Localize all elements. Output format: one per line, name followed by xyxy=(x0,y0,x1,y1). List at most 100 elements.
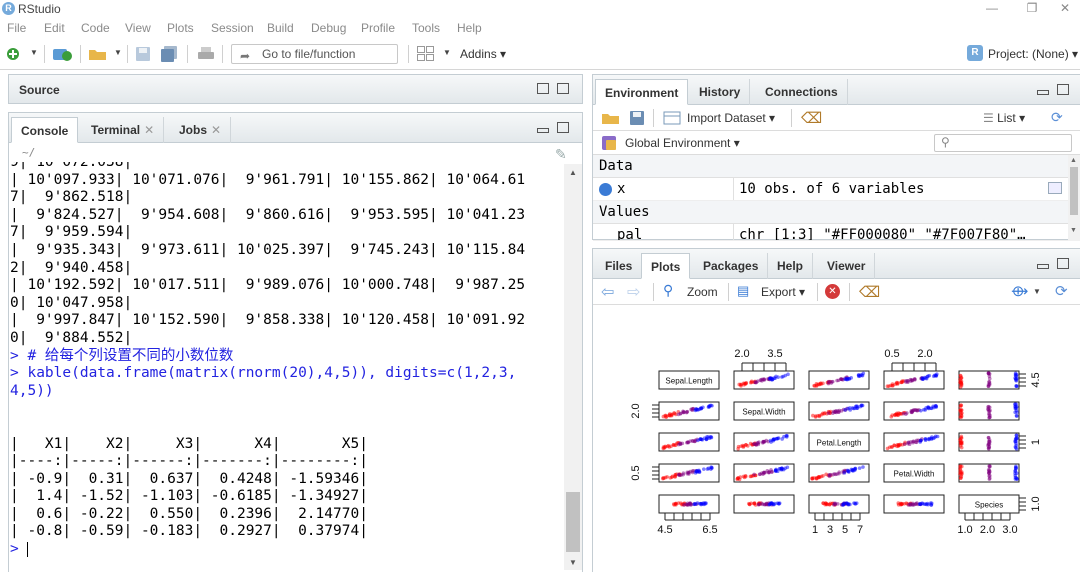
load-workspace-icon[interactable] xyxy=(601,110,621,126)
project-menu[interactable]: Project: (None) ▾ xyxy=(988,47,1078,61)
expand-icon[interactable] xyxy=(599,183,612,196)
zoom-icon[interactable]: ⚲ xyxy=(663,282,673,299)
scatter-point xyxy=(758,472,762,476)
save-icon[interactable] xyxy=(135,46,151,62)
tab-files[interactable]: Files xyxy=(595,253,643,279)
broom-icon[interactable]: ✎ xyxy=(555,146,567,163)
scatter-point xyxy=(905,411,909,415)
tab-connections[interactable]: Connections xyxy=(755,79,848,105)
clear-plots-broom-icon[interactable]: ⌫ xyxy=(859,283,880,301)
tab-help[interactable]: Help xyxy=(767,253,814,279)
plot-area[interactable]: Sepal.Length Sepal.Width Petal.Length Petal… xyxy=(593,305,1080,572)
tab-packages[interactable]: Packages xyxy=(693,253,769,279)
menu-edit[interactable]: Edit xyxy=(44,21,65,35)
menu-code[interactable]: Code xyxy=(81,21,110,35)
go-to-file-input[interactable]: ➦ Go to file/function xyxy=(231,44,398,64)
console-minimize-icon[interactable] xyxy=(537,128,549,133)
env-row-pal[interactable]: pal chr [1:3] "#FF000080" "#7F007F80"… xyxy=(593,224,1068,241)
scroll-thumb[interactable] xyxy=(566,492,580,552)
console-line: | 1.4| -1.52| -1.103| -0.6185| -1.34927| xyxy=(10,488,368,505)
zoom-button[interactable]: Zoom xyxy=(687,285,718,299)
scatter-point xyxy=(885,384,890,389)
tab-terminal[interactable]: Terminal ✕ xyxy=(81,117,165,143)
console-output[interactable]: 9| 10'072.038| | 10'097.933| 10'071.076|… xyxy=(10,162,563,572)
list-view-toggle[interactable]: ☰ List ▾ xyxy=(983,111,1025,125)
menu-view[interactable]: View xyxy=(125,21,151,35)
scroll-down-icon[interactable]: ▼ xyxy=(1070,227,1077,234)
text-cursor xyxy=(27,541,29,557)
minimize-button[interactable]: — xyxy=(977,0,1007,16)
scatter-point xyxy=(833,410,838,414)
global-environment-dropdown[interactable]: Global Environment ▾ xyxy=(625,136,740,150)
env-maximize-icon[interactable] xyxy=(1057,84,1069,95)
source-maximize-icon[interactable] xyxy=(557,83,569,94)
scroll-down-icon[interactable]: ▼ xyxy=(569,558,577,567)
import-dataset-button[interactable]: Import Dataset ▾ xyxy=(687,111,775,125)
console-scrollbar[interactable]: ▲ ▼ xyxy=(564,164,582,570)
tab-jobs[interactable]: Jobs ✕ xyxy=(169,117,232,143)
publish-icon[interactable]: ⟴ xyxy=(1011,282,1028,300)
restore-button[interactable]: ❐ xyxy=(1017,0,1047,16)
menu-tools[interactable]: Tools xyxy=(412,21,440,35)
previous-plot-icon[interactable]: ⇦ xyxy=(601,282,614,302)
env-scrollbar[interactable]: ▲ ▼ xyxy=(1068,155,1080,241)
clear-env-broom-icon[interactable]: ⌫ xyxy=(801,109,822,127)
save-workspace-icon[interactable] xyxy=(629,110,645,126)
toolbar-separator xyxy=(817,283,818,301)
view-table-icon[interactable] xyxy=(1048,182,1062,194)
close-terminal-icon[interactable]: ✕ xyxy=(144,123,154,137)
print-icon[interactable] xyxy=(197,46,214,62)
menu-profile[interactable]: Profile xyxy=(361,21,395,35)
save-all-icon[interactable] xyxy=(161,46,177,62)
layout-caret-icon[interactable]: ▼ xyxy=(443,48,451,57)
scatter-point xyxy=(760,377,765,382)
pane-layout-icon[interactable] xyxy=(417,46,434,62)
close-button[interactable]: ✕ xyxy=(1050,0,1080,16)
files-minimize-icon[interactable] xyxy=(1037,264,1049,269)
console-maximize-icon[interactable] xyxy=(557,122,569,133)
addins-menu[interactable]: Addins ▾ xyxy=(460,47,506,61)
open-folder-icon[interactable] xyxy=(88,46,106,62)
menu-debug[interactable]: Debug xyxy=(311,21,346,35)
close-jobs-icon[interactable]: ✕ xyxy=(211,123,221,137)
env-row-x[interactable]: x 10 obs. of 6 variables xyxy=(593,178,1068,201)
menu-session[interactable]: Session xyxy=(211,21,254,35)
scatter-point xyxy=(776,375,780,379)
toolbar-separator xyxy=(653,109,654,127)
scatter-point xyxy=(960,411,964,415)
open-caret-icon[interactable]: ▼ xyxy=(114,48,122,57)
refresh-plot-icon[interactable]: ⟳ xyxy=(1055,282,1068,300)
new-file-caret-icon[interactable]: ▼ xyxy=(30,48,38,57)
console-line: | X1| X2| X3| X4| X5| xyxy=(10,435,368,452)
axis-tick-label: 0.5 xyxy=(630,465,642,480)
tab-plots[interactable]: Plots xyxy=(641,253,691,279)
env-scope-row: Global Environment ▾ ⚲ xyxy=(593,131,1080,155)
menu-build[interactable]: Build xyxy=(267,21,294,35)
tab-console[interactable]: Console xyxy=(11,117,79,143)
publish-caret-icon[interactable]: ▼ xyxy=(1033,287,1041,296)
scroll-up-icon[interactable]: ▲ xyxy=(1070,157,1077,164)
console-line: |----:|-----:|------:|-------:|--------:… xyxy=(10,453,368,470)
scroll-thumb[interactable] xyxy=(1070,167,1078,215)
menu-plots[interactable]: Plots xyxy=(167,21,194,35)
console-working-dir[interactable]: ~/ xyxy=(22,146,35,159)
new-file-icon[interactable] xyxy=(5,46,21,62)
tab-viewer[interactable]: Viewer xyxy=(817,253,876,279)
scatter-point xyxy=(697,470,702,474)
refresh-env-icon[interactable]: ⟳ xyxy=(1051,109,1063,126)
export-button[interactable]: Export ▾ xyxy=(761,285,805,299)
scatter-point xyxy=(846,406,850,411)
menu-help[interactable]: Help xyxy=(457,21,482,35)
env-search-input[interactable]: ⚲ xyxy=(934,134,1072,152)
next-plot-icon[interactable]: ⇨ xyxy=(627,282,640,302)
console-prompt[interactable]: > xyxy=(10,541,563,559)
new-project-icon[interactable] xyxy=(52,46,72,62)
tab-history[interactable]: History xyxy=(689,79,751,105)
files-maximize-icon[interactable] xyxy=(1057,258,1069,269)
tab-environment[interactable]: Environment xyxy=(595,79,689,105)
remove-plot-icon[interactable]: ✕ xyxy=(825,284,840,299)
env-minimize-icon[interactable] xyxy=(1037,90,1049,95)
scroll-up-icon[interactable]: ▲ xyxy=(569,168,577,177)
source-restore-icon[interactable] xyxy=(537,83,549,94)
menu-file[interactable]: File xyxy=(7,21,26,35)
